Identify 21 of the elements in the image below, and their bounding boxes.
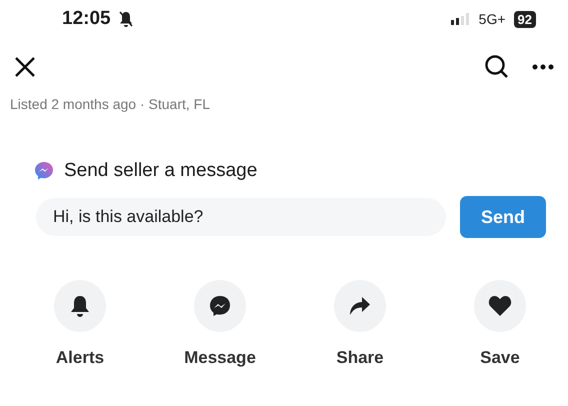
send-button[interactable]: Send [460,196,546,238]
action-button[interactable]: Save [430,280,568,368]
listing-meta: Listed 2 months ago · Stuart, FL [10,96,211,112]
close-button[interactable] [14,56,36,78]
search-button[interactable] [484,54,510,80]
network-label: 5G+ [478,11,506,27]
action-button[interactable]: Message [150,280,290,368]
message-field[interactable]: Hi, is this available? [36,198,446,236]
share-arrow-icon [349,296,371,316]
heart-icon [488,295,512,317]
muted-bell-icon [118,11,133,27]
action-button[interactable]: Share [290,280,430,368]
messenger-icon [209,295,231,317]
more-button[interactable] [532,64,554,70]
bell-icon [70,295,90,317]
messenger-icon [34,161,54,181]
signal-icon [450,13,471,25]
battery-level: 92 [514,10,536,28]
action-button[interactable]: Alerts [10,280,150,368]
status-time: 12:05 [62,8,111,30]
message-title: Send seller a message [64,160,258,182]
